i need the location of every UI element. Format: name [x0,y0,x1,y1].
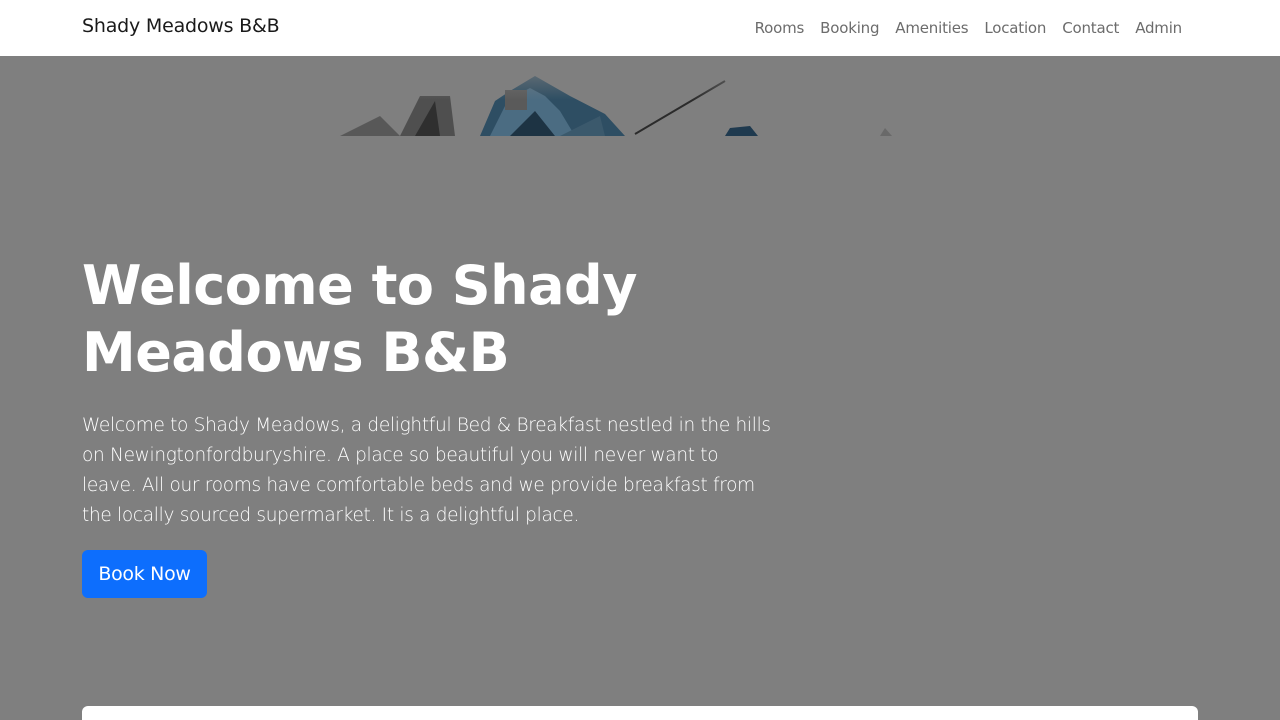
nav-link-amenities[interactable]: Amenities [887,19,976,37]
nav-link-contact[interactable]: Contact [1054,19,1127,37]
nav-link-rooms[interactable]: Rooms [747,19,813,37]
hero-content: Welcome to Shady Meadows B&B Welcome to … [82,252,782,531]
hero-background-image [340,56,940,136]
hero-description: Welcome to Shady Meadows, a delightful B… [82,415,771,526]
navbar: Shady Meadows B&B Rooms Booking Amenitie… [0,0,1280,56]
brand-link[interactable]: Shady Meadows B&B [82,15,280,37]
nav-links: Rooms Booking Amenities Location Contact… [747,0,1190,56]
hero-title: Welcome to Shady Meadows B&B [82,254,637,384]
nav-link-booking[interactable]: Booking [812,19,887,37]
booking-card [82,706,1198,720]
hero-section: Welcome to Shady Meadows B&B Welcome to … [0,56,1280,720]
book-now-button[interactable]: Book Now [82,550,207,598]
nav-link-admin[interactable]: Admin [1127,19,1190,37]
nav-link-location[interactable]: Location [976,19,1054,37]
